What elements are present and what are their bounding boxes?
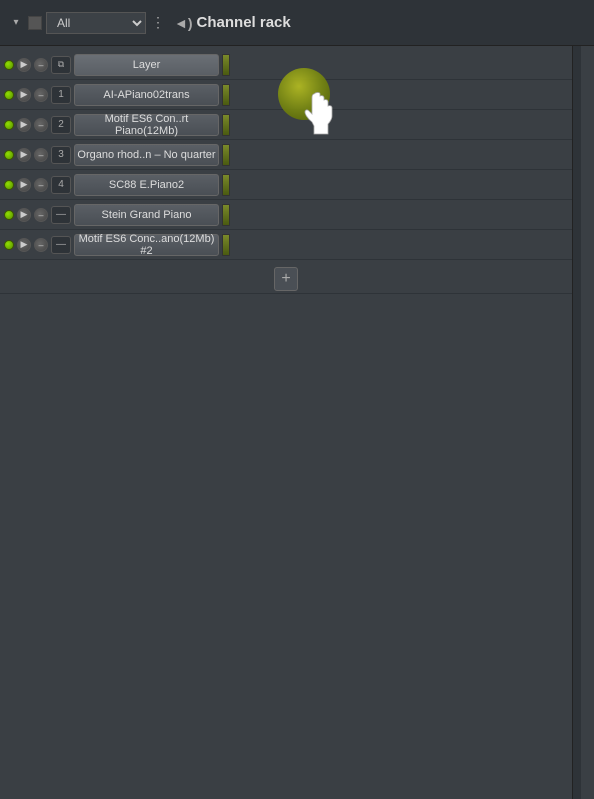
led-active-1[interactable] [4, 90, 14, 100]
volume-knob-2[interactable] [222, 114, 230, 136]
btn-mute-4[interactable]: – [34, 178, 48, 192]
channel-row: ▶ – 1 AI-APiano02trans [0, 80, 572, 110]
channel-number-5[interactable]: — [51, 206, 71, 224]
arrow-down-icon[interactable]: ▾ [8, 15, 24, 31]
channel-panel: ▶ – ⧉ Layer ▶ – 1 AI-APiano02trans [0, 46, 572, 799]
title-bar: ▾ All ⋮ ◄) Channel rack [0, 0, 594, 46]
channel-row: ▶ – 2 Motif ES6 Con..rt Piano(12Mb) [0, 110, 572, 140]
led-active-6[interactable] [4, 240, 14, 250]
channel-number-4[interactable]: 4 [51, 176, 71, 194]
channel-list: ▶ – ⧉ Layer ▶ – 1 AI-APiano02trans [0, 46, 572, 264]
btn-play-5[interactable]: ▶ [17, 208, 31, 222]
page-title: Channel rack [197, 14, 291, 31]
volume-knob-4[interactable] [222, 174, 230, 196]
volume-knob-5[interactable] [222, 204, 230, 226]
channel-name-btn-5[interactable]: Stein Grand Piano [74, 204, 219, 226]
channel-icon-0[interactable]: ⧉ [51, 56, 71, 74]
btn-play-0[interactable]: ▶ [17, 58, 31, 72]
led-active-3[interactable] [4, 150, 14, 160]
channel-rack-title: ◄) Channel rack [174, 14, 291, 31]
all-checkbox[interactable] [28, 16, 42, 30]
scrollbar[interactable] [572, 46, 581, 799]
channel-number-1[interactable]: 1 [51, 86, 71, 104]
btn-play-2[interactable]: ▶ [17, 118, 31, 132]
btn-mute-0[interactable]: – [34, 58, 48, 72]
content-wrapper: ▶ – ⧉ Layer ▶ – 1 AI-APiano02trans [0, 46, 594, 799]
btn-play-3[interactable]: ▶ [17, 148, 31, 162]
channel-name-btn-4[interactable]: SC88 E.Piano2 [74, 174, 219, 196]
channel-filter-dropdown[interactable]: All [46, 12, 146, 34]
channel-row: ▶ – — Motif ES6 Conc..ano(12Mb) #2 [0, 230, 572, 260]
channel-name-btn-1[interactable]: AI-APiano02trans [74, 84, 219, 106]
volume-knob-1[interactable] [222, 84, 230, 106]
btn-play-6[interactable]: ▶ [17, 238, 31, 252]
channel-number-3[interactable]: 3 [51, 146, 71, 164]
channel-name-btn-2[interactable]: Motif ES6 Con..rt Piano(12Mb) [74, 114, 219, 136]
volume-knob-0[interactable] [222, 54, 230, 76]
channel-row: ▶ – 4 SC88 E.Piano2 [0, 170, 572, 200]
channel-number-2[interactable]: 2 [51, 116, 71, 134]
title-bar-left: ▾ All ⋮ [8, 12, 166, 34]
volume-knob-6[interactable] [222, 234, 230, 256]
channel-name-btn-6[interactable]: Motif ES6 Conc..ano(12Mb) #2 [74, 234, 219, 256]
btn-play-1[interactable]: ▶ [17, 88, 31, 102]
channel-name-btn-0[interactable]: Layer [74, 54, 219, 76]
empty-area [0, 294, 572, 754]
btn-mute-1[interactable]: – [34, 88, 48, 102]
btn-mute-6[interactable]: – [34, 238, 48, 252]
led-active-2[interactable] [4, 120, 14, 130]
btn-mute-5[interactable]: – [34, 208, 48, 222]
speaker-icon: ◄) [174, 15, 193, 31]
channel-number-6[interactable]: — [51, 236, 71, 254]
channel-row: ▶ – ⧉ Layer [0, 50, 572, 80]
led-active-5[interactable] [4, 210, 14, 220]
channel-row: ▶ – 3 Organo rhod..n – No quarter [0, 140, 572, 170]
btn-mute-2[interactable]: – [34, 118, 48, 132]
channel-row: ▶ – — Stein Grand Piano [0, 200, 572, 230]
channel-name-btn-3[interactable]: Organo rhod..n – No quarter [74, 144, 219, 166]
btn-play-4[interactable]: ▶ [17, 178, 31, 192]
menu-icon[interactable]: ⋮ [150, 15, 166, 31]
volume-knob-3[interactable] [222, 144, 230, 166]
add-button-row: + [0, 264, 572, 294]
btn-mute-3[interactable]: – [34, 148, 48, 162]
led-active-0[interactable] [4, 60, 14, 70]
add-channel-button[interactable]: + [274, 267, 298, 291]
led-active-4[interactable] [4, 180, 14, 190]
